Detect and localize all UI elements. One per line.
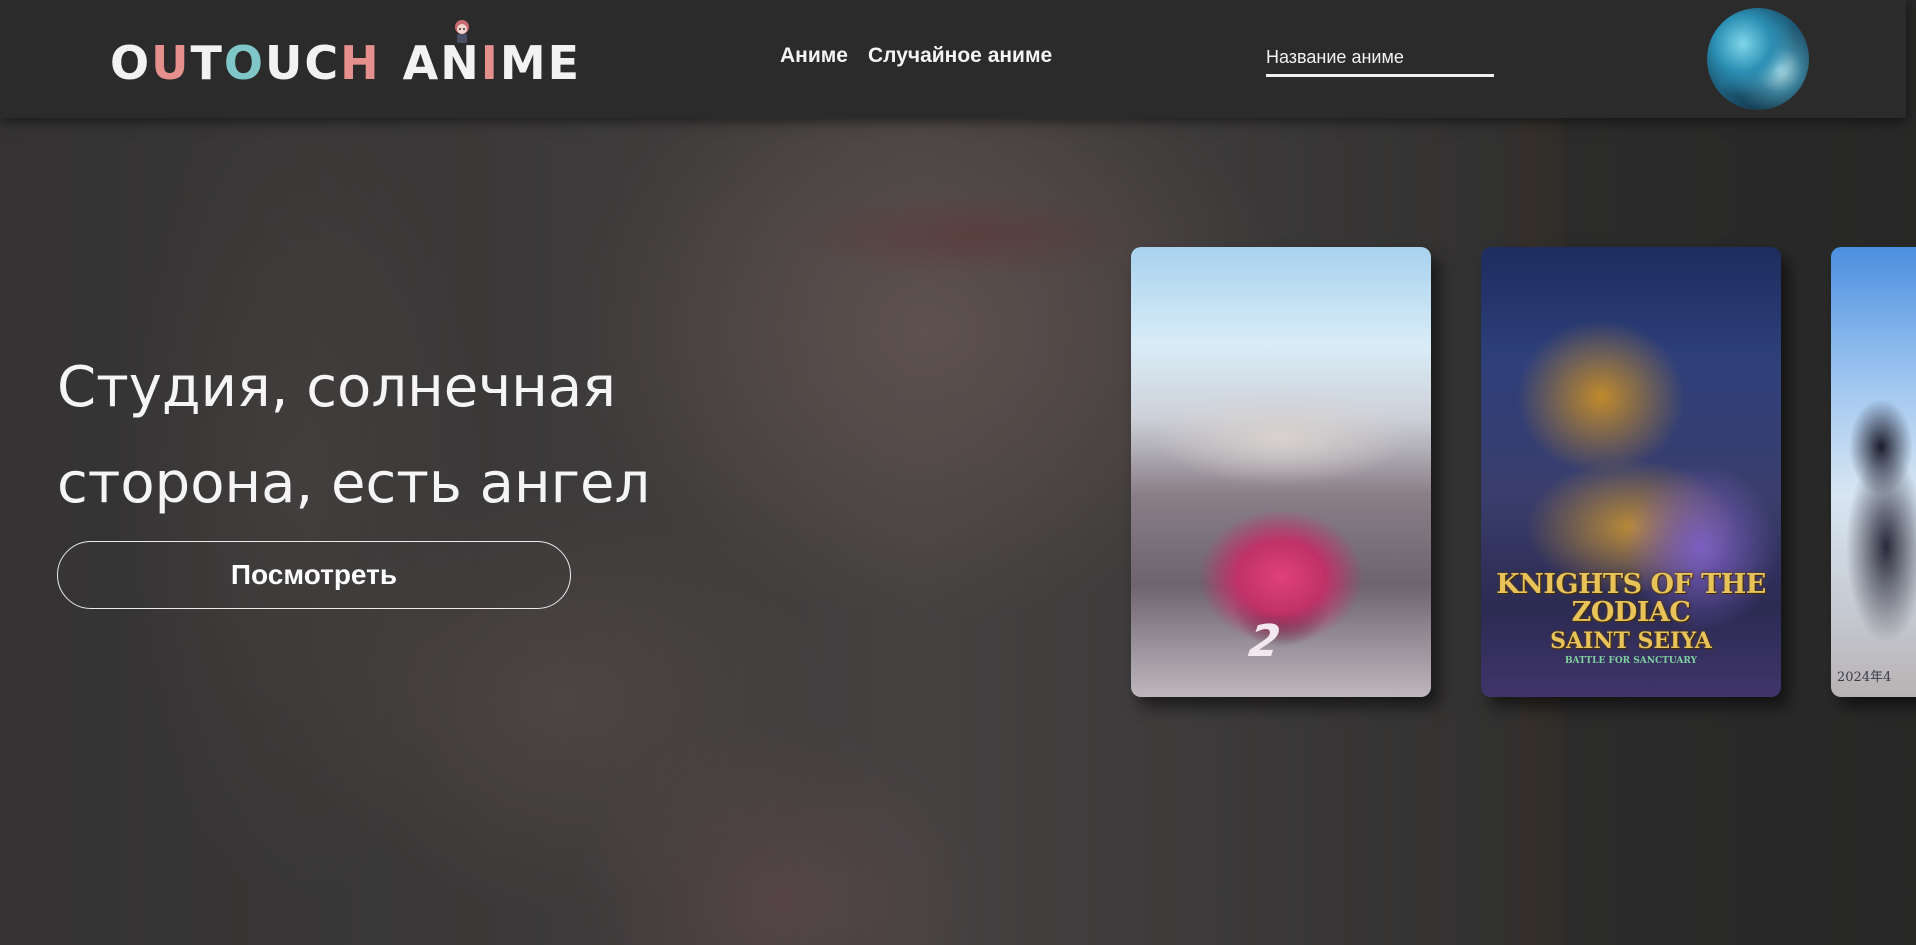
user-avatar[interactable]	[1707, 8, 1809, 110]
nav-link-random-anime[interactable]: Случайное аниме	[868, 44, 1052, 68]
hero-title: Студия, солнечная сторона, есть ангел	[57, 355, 651, 516]
poster-card-3[interactable]: 2024年4	[1831, 247, 1916, 697]
page: OUTOUCHANIME Аниме Случайное аниме Студи…	[0, 0, 1916, 945]
logo-mascot-icon	[455, 20, 469, 43]
watch-button[interactable]: Посмотреть	[57, 541, 571, 609]
poster-title-logo: KNIGHTS OF THE ZODIAC SAINT SEIYA BATTLE…	[1496, 569, 1766, 667]
nav-link-anime[interactable]: Аниме	[780, 44, 848, 68]
site-header: O U T O UC H AN I ME Аниме Случайное аниме	[0, 0, 1906, 118]
poster-overlay-text: 2	[1240, 616, 1288, 667]
search-input[interactable]	[1266, 42, 1494, 74]
poster-date-text: 2024年4	[1837, 670, 1892, 685]
search-field	[1266, 42, 1494, 77]
site-logo[interactable]: O U T O UC H AN I ME	[110, 28, 581, 98]
poster-card-2[interactable]: KNIGHTS OF THE ZODIAC SAINT SEIYA BATTLE…	[1481, 247, 1781, 697]
poster-card-1[interactable]: 2	[1131, 247, 1431, 697]
main-nav: Аниме Случайное аниме	[780, 44, 1052, 68]
